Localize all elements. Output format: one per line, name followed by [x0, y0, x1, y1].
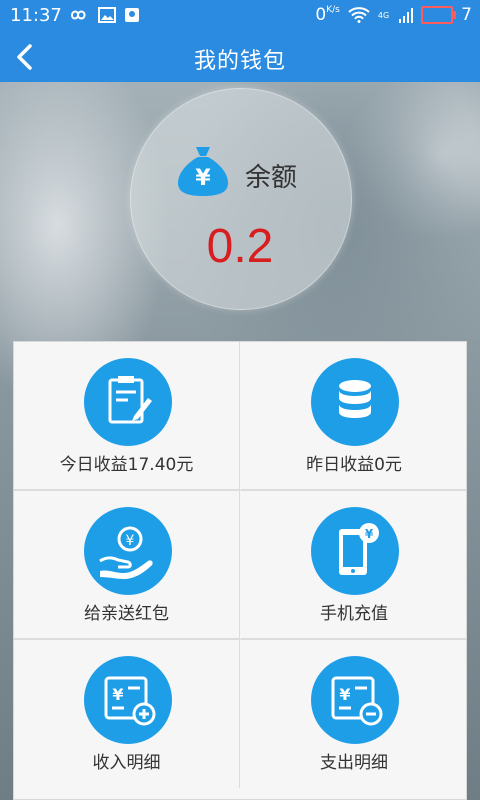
wallet-grid: 今日收益17.40元 昨日收益0元 ¥ 给亲送红包 ¥ 手机充值 ¥ 收入明细 …	[13, 341, 467, 800]
infinity-icon	[70, 10, 86, 20]
title-bar: 我的钱包	[0, 32, 480, 82]
yesterday-earnings-cell[interactable]: 昨日收益0元	[241, 342, 467, 490]
status-notification-icons	[66, 7, 140, 23]
grid-divider-row1	[14, 490, 466, 491]
expense-detail-icon: ¥	[311, 656, 399, 744]
status-time: 11:37	[10, 5, 62, 26]
chat-app-icon	[125, 8, 139, 22]
svg-text:¥: ¥	[112, 685, 123, 704]
speed-unit: K/s	[326, 5, 340, 15]
svg-text:¥: ¥	[195, 166, 211, 191]
phone-recharge-label: 手机充值	[320, 604, 388, 624]
clipboard-icon	[84, 358, 172, 446]
send-red-packet-label: 给亲送红包	[84, 604, 169, 624]
income-detail-label: 收入明细	[92, 753, 161, 773]
network-type: 4G	[377, 10, 390, 20]
signal-icon	[399, 8, 414, 23]
today-earnings-label: 今日收益17.40元	[59, 455, 194, 475]
balance-card	[130, 88, 352, 310]
grid-divider-row2	[14, 639, 466, 640]
income-detail-icon: ¥	[84, 656, 172, 744]
svg-text:¥: ¥	[126, 533, 135, 549]
svg-text:¥: ¥	[339, 685, 350, 704]
balance-label: 余额	[245, 163, 298, 193]
balance-value: 0.2	[206, 220, 274, 273]
gift-money-icon: ¥	[84, 507, 172, 595]
phone-recharge-icon: ¥	[311, 507, 399, 595]
battery-icon	[421, 6, 457, 24]
today-earnings-cell[interactable]: 今日收益17.40元	[14, 342, 240, 490]
page-title: 我的钱包	[193, 49, 286, 74]
network-speed: 0K/s	[315, 5, 339, 25]
expense-detail-cell[interactable]: ¥ 支出明细	[241, 640, 467, 788]
coin-stack-icon	[311, 358, 399, 446]
status-bar: 11:37 0K/s 4G 7	[0, 0, 480, 32]
yesterday-earnings-label: 昨日收益0元	[306, 455, 402, 475]
image-icon	[98, 7, 116, 23]
speed-value: 0	[315, 5, 327, 25]
battery-level: 7	[461, 5, 472, 25]
income-detail-cell[interactable]: ¥ 收入明细	[14, 640, 240, 788]
wifi-icon	[348, 7, 370, 23]
send-red-packet-cell[interactable]: ¥ 给亲送红包	[14, 491, 240, 639]
svg-text:¥: ¥	[365, 527, 374, 541]
status-right: 0K/s 4G 7	[315, 5, 472, 25]
expense-detail-label: 支出明细	[320, 753, 388, 773]
money-bag-icon: ¥	[178, 147, 228, 196]
phone-recharge-cell[interactable]: ¥ 手机充值	[241, 491, 467, 639]
